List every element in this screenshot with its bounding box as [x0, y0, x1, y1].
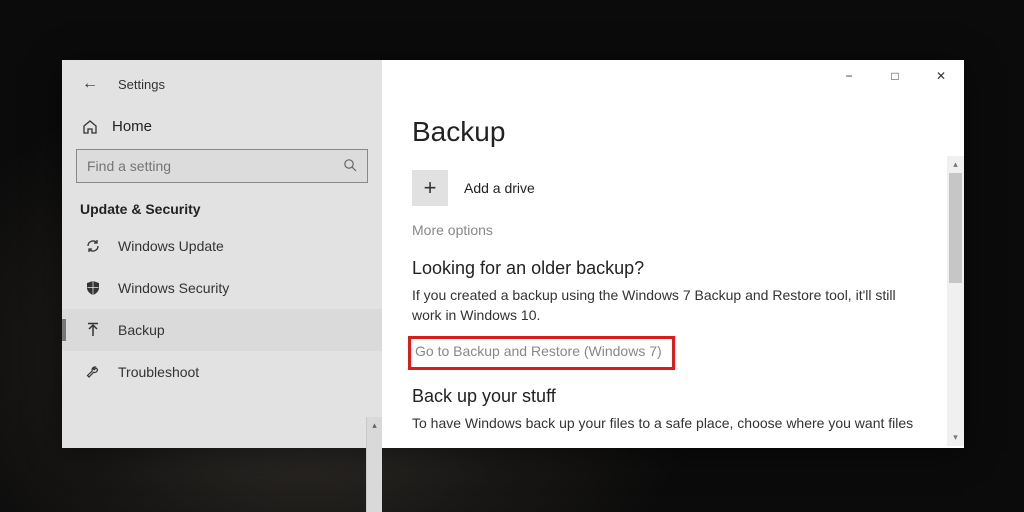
- sync-icon: [84, 237, 102, 255]
- window-controls: − □ ✕: [826, 60, 964, 92]
- search-input[interactable]: [87, 158, 330, 174]
- sidebar-item-troubleshoot[interactable]: Troubleshoot: [62, 351, 382, 393]
- sidebar-category: Update & Security: [62, 197, 382, 225]
- sidebar-item-label: Troubleshoot: [118, 364, 199, 380]
- add-drive-button[interactable]: + Add a drive: [412, 170, 944, 206]
- highlight-annotation: Go to Backup and Restore (Windows 7): [408, 336, 675, 370]
- sidebar: ← Settings Home Update & Security Window…: [62, 60, 382, 448]
- maximize-button[interactable]: □: [872, 60, 918, 92]
- add-drive-label: Add a drive: [464, 180, 535, 196]
- titlebar-left: ← Settings: [62, 68, 382, 100]
- sidebar-home[interactable]: Home: [62, 100, 382, 149]
- sidebar-item-label: Windows Update: [118, 238, 224, 254]
- content-panel: − □ ✕ Backup + Add a drive More options …: [382, 60, 964, 448]
- search-box[interactable]: [76, 149, 368, 183]
- sidebar-item-label: Windows Security: [118, 280, 229, 296]
- backup-stuff-heading: Back up your stuff: [412, 386, 944, 407]
- shield-icon: [84, 279, 102, 297]
- backup-stuff-body: To have Windows back up your files to a …: [412, 413, 922, 433]
- sidebar-home-label: Home: [112, 118, 152, 135]
- scroll-thumb[interactable]: [949, 173, 962, 283]
- backup-restore-win7-link[interactable]: Go to Backup and Restore (Windows 7): [415, 343, 662, 359]
- wrench-icon: [84, 363, 102, 381]
- app-title: Settings: [118, 77, 165, 92]
- sidebar-item-windows-update[interactable]: Windows Update: [62, 225, 382, 267]
- backup-arrow-icon: [84, 321, 102, 339]
- home-icon: [82, 119, 98, 135]
- back-arrow-icon[interactable]: ←: [82, 75, 98, 93]
- settings-window: ← Settings Home Update & Security Window…: [62, 60, 964, 448]
- sidebar-item-label: Backup: [118, 322, 165, 338]
- search-icon: [343, 158, 357, 175]
- older-backup-body: If you created a backup using the Window…: [412, 285, 922, 326]
- more-options-link[interactable]: More options: [412, 222, 493, 238]
- content-scrollbar[interactable]: ▴ ▾: [947, 156, 964, 446]
- close-button[interactable]: ✕: [918, 60, 964, 92]
- sidebar-item-windows-security[interactable]: Windows Security: [62, 267, 382, 309]
- scroll-down-icon[interactable]: ▾: [947, 429, 964, 446]
- plus-icon: +: [412, 170, 448, 206]
- older-backup-heading: Looking for an older backup?: [412, 258, 944, 279]
- sidebar-scrollbar[interactable]: ▴: [366, 417, 382, 512]
- minimize-button[interactable]: −: [826, 60, 872, 92]
- scroll-up-icon[interactable]: ▴: [947, 156, 964, 173]
- scroll-up-icon[interactable]: ▴: [367, 417, 382, 433]
- sidebar-item-backup[interactable]: Backup: [62, 309, 382, 351]
- sidebar-nav: Windows Update Windows Security Backup T…: [62, 225, 382, 448]
